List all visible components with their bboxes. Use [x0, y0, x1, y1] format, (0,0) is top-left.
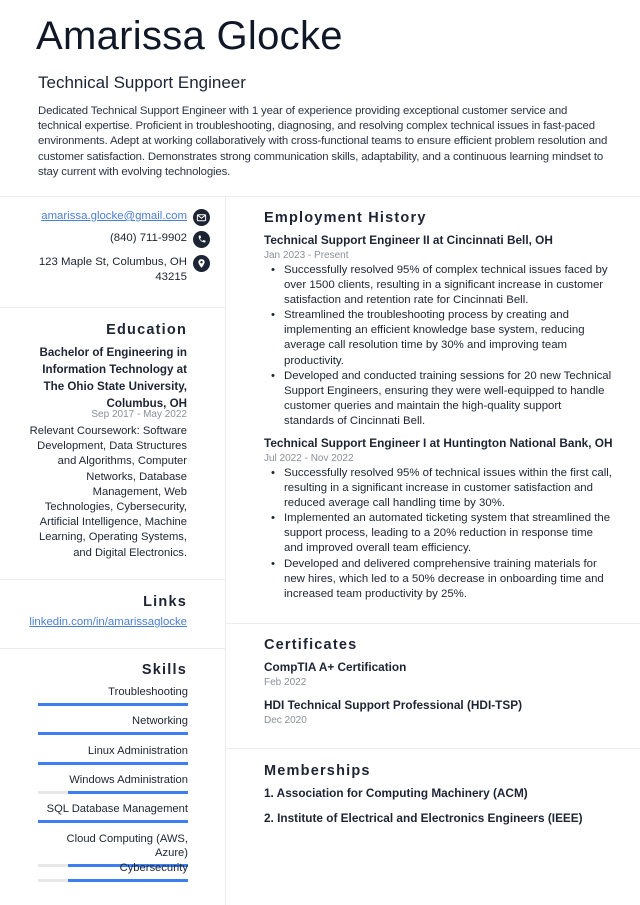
skill-level-track: [38, 878, 188, 882]
links-divider: [0, 648, 225, 649]
job-bullets: Successfully resolved 95% of complex tec…: [271, 263, 614, 429]
map-pin-icon: [193, 255, 210, 272]
certificate-date: Feb 2022: [264, 677, 307, 688]
memberships-title: Memberships: [264, 763, 371, 779]
job-dates: Jul 2022 - Nov 2022: [264, 453, 354, 464]
address-line-1: 123 Maple St, Columbus, OH: [38, 256, 187, 268]
job-bullet: Implemented an automated ticketing syste…: [271, 511, 614, 556]
membership-item: 2. Institute of Electrical and Electroni…: [264, 811, 583, 825]
skill-name: Networking: [132, 715, 188, 728]
email-link[interactable]: amarissa.glocke@gmail.com: [41, 209, 187, 224]
candidate-job-title: Technical Support Engineer: [38, 73, 246, 92]
skill-level-fill: [68, 790, 188, 794]
job-dates: Jan 2023 - Present: [264, 250, 349, 261]
column-divider: [225, 196, 226, 905]
certificate-date: Dec 2020: [264, 715, 307, 726]
employment-divider: [226, 623, 640, 624]
employment-title: Employment History: [264, 210, 427, 226]
skill-item: Linux Administration: [38, 744, 188, 765]
phone-number: (840) 711-9902: [109, 232, 187, 244]
skills-title: Skills: [141, 662, 187, 678]
contact-address-row: 123 Maple St, Columbus, OH 43215: [39, 255, 210, 285]
contact-divider: [0, 307, 225, 308]
skill-level-fill: [38, 732, 188, 736]
envelope-icon: [193, 209, 210, 226]
skill-level-fill: [38, 820, 188, 824]
education-description: Relevant Coursework: Software Developmen…: [29, 425, 187, 559]
skill-name: Cybersecurity: [119, 861, 188, 874]
skill-name: SQL Database Management: [46, 803, 188, 816]
skill-name: Linux Administration: [87, 744, 188, 757]
skill-level-track: [38, 820, 188, 824]
resume-header: Amarissa Glocke Technical Support Engine…: [0, 0, 640, 196]
education-title: Education: [106, 322, 187, 338]
skill-name: Cloud Computing (AWS, Azure): [66, 832, 188, 859]
certificates-title: Certificates: [264, 637, 358, 653]
header-divider: [0, 196, 640, 197]
skill-level-fill: [38, 703, 188, 706]
candidate-name: Amarissa Glocke: [36, 14, 343, 58]
profile-summary: Dedicated Technical Support Engineer wit…: [38, 105, 608, 178]
contact-email-row: amarissa.glocke@gmail.com: [41, 209, 210, 226]
skill-name: Troubleshooting: [108, 686, 188, 698]
skill-item: Networking: [38, 714, 188, 736]
skill-level-track: [38, 761, 188, 765]
address: 123 Maple St, Columbus, OH 43215: [39, 255, 187, 285]
phone-icon: [193, 231, 210, 248]
job-bullet: Developed and conducted training session…: [271, 369, 614, 429]
membership-item: 1. Association for Computing Machinery (…: [264, 786, 528, 800]
skill-item: Cybersecurity: [38, 861, 188, 882]
skill-level-track: [38, 790, 188, 794]
job-bullet: Developed and delivered comprehensive tr…: [271, 557, 614, 602]
job-bullet: Successfully resolved 95% of technical i…: [271, 466, 614, 511]
contact-phone-row: (840) 711-9902: [110, 231, 210, 248]
job-heading: Technical Support Engineer I at Huntingt…: [264, 436, 613, 450]
job-bullet: Streamlined the troubleshooting process …: [271, 308, 614, 368]
certificates-divider: [226, 748, 640, 749]
skill-level-fill: [68, 878, 188, 882]
certificate-name: CompTIA A+ Certification: [264, 660, 407, 674]
skill-item: SQL Database Management: [38, 802, 188, 824]
skill-level-track: [38, 732, 188, 736]
education-divider: [0, 579, 225, 580]
job-heading: Technical Support Engineer II at Cincinn…: [264, 233, 553, 247]
certificate-name: HDI Technical Support Professional (HDI-…: [264, 698, 523, 712]
skill-name: Windows Administration: [69, 773, 188, 786]
education-dates: Sep 2017 - May 2022: [91, 409, 187, 420]
skill-level-track: [38, 703, 188, 706]
job-bullet: Successfully resolved 95% of complex tec…: [271, 263, 614, 308]
skill-item: Troubleshooting: [38, 685, 188, 706]
links-title: Links: [143, 594, 187, 610]
address-line-2: 43215: [155, 271, 187, 283]
education-degree: Bachelor of Engineering in Information T…: [39, 346, 187, 410]
skill-item: Windows Administration: [38, 773, 188, 794]
linkedin-link[interactable]: linkedin.com/in/amarissaglocke: [29, 616, 187, 628]
skill-level-fill: [38, 761, 188, 765]
job-bullets: Successfully resolved 95% of technical i…: [271, 466, 614, 602]
